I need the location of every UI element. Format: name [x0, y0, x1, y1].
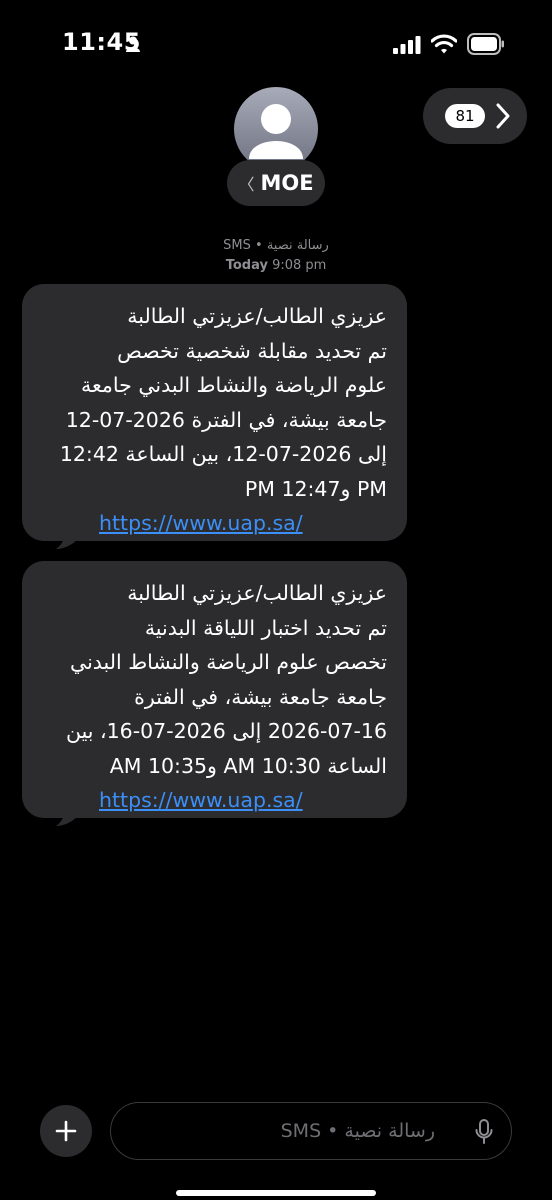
- message-line: جامعة بيشة، في الفترة 2026-07-12: [65, 407, 387, 432]
- timestamp-day: Today: [225, 258, 268, 273]
- message-link[interactable]: https://www.uap.sa/: [42, 506, 387, 540]
- message-line: 2026-07-16 إلى 2026-07-16، بين: [65, 719, 387, 743]
- contact-name-button[interactable]: 〈 MOE: [227, 160, 325, 206]
- message-text: عزيزي الطالب/عزيزتي الطالبة تم تحديد اخت…: [42, 576, 387, 783]
- message-line: تم تحديد اختبار اللياقة البدنية: [144, 615, 387, 640]
- add-attachment-button[interactable]: [40, 1105, 92, 1157]
- message-line: تخصص علوم الرياضة والنشاط البدني: [70, 650, 387, 674]
- plus-icon: [55, 1120, 77, 1142]
- message-text: عزيزي الطالب/عزيزتي الطالبة تم تحديد مقا…: [42, 299, 387, 506]
- message-line: تم تحديد مقابلة شخصية تخصص: [117, 338, 387, 363]
- timestamp-time: 9:08 pm: [272, 258, 327, 273]
- message-input-placeholder: رسالة نصية • SMS: [280, 1120, 435, 1142]
- message-type-label: SMS • رسالة نصية: [223, 238, 329, 253]
- status-bar: 11:45: [0, 0, 552, 90]
- message-bubble[interactable]: عزيزي الطالب/عزيزتي الطالبة تم تحديد اخت…: [22, 561, 407, 826]
- unread-count: 81: [445, 104, 485, 128]
- cellular-signal-icon: [393, 36, 421, 58]
- message-link[interactable]: https://www.uap.sa/: [42, 783, 387, 817]
- composer: رسالة نصية • SMS: [0, 1090, 552, 1200]
- message-line: الساعة 10:30 AM و10:35 AM: [109, 753, 387, 778]
- message-line: PM و12:47 PM: [244, 476, 387, 501]
- person-silhouette-icon: [249, 104, 303, 159]
- unread-badge-button[interactable]: 81: [423, 88, 527, 144]
- contact-name: MOE: [260, 171, 314, 195]
- message-line: جامعة جامعة بيشة، في الفترة: [134, 684, 387, 709]
- message-input[interactable]: رسالة نصية • SMS: [110, 1102, 512, 1160]
- contact-avatar[interactable]: [234, 87, 318, 171]
- chevron-left-icon: 〈: [238, 175, 255, 194]
- message-bubble[interactable]: عزيزي الطالب/عزيزتي الطالبة تم تحديد مقا…: [22, 284, 407, 549]
- battery-icon: [467, 33, 505, 59]
- bubble-tail: [56, 806, 78, 826]
- message-line: إلى 2026-07-12، بين الساعة 12:42: [59, 442, 387, 466]
- chevron-right-icon: [495, 103, 511, 133]
- home-indicator: [176, 1190, 376, 1196]
- person-icon: [126, 36, 140, 56]
- message-line: عزيزي الطالب/عزيزتي الطالبة: [127, 304, 387, 328]
- message-timestamp: Today 9:08 pm: [0, 258, 552, 273]
- bubble-tail: [56, 529, 78, 549]
- message-line: علوم الرياضة والنشاط البدني جامعة: [81, 373, 387, 397]
- message-line: عزيزي الطالب/عزيزتي الطالبة: [127, 581, 387, 605]
- wifi-icon: [430, 33, 458, 59]
- microphone-icon[interactable]: [475, 1119, 493, 1149]
